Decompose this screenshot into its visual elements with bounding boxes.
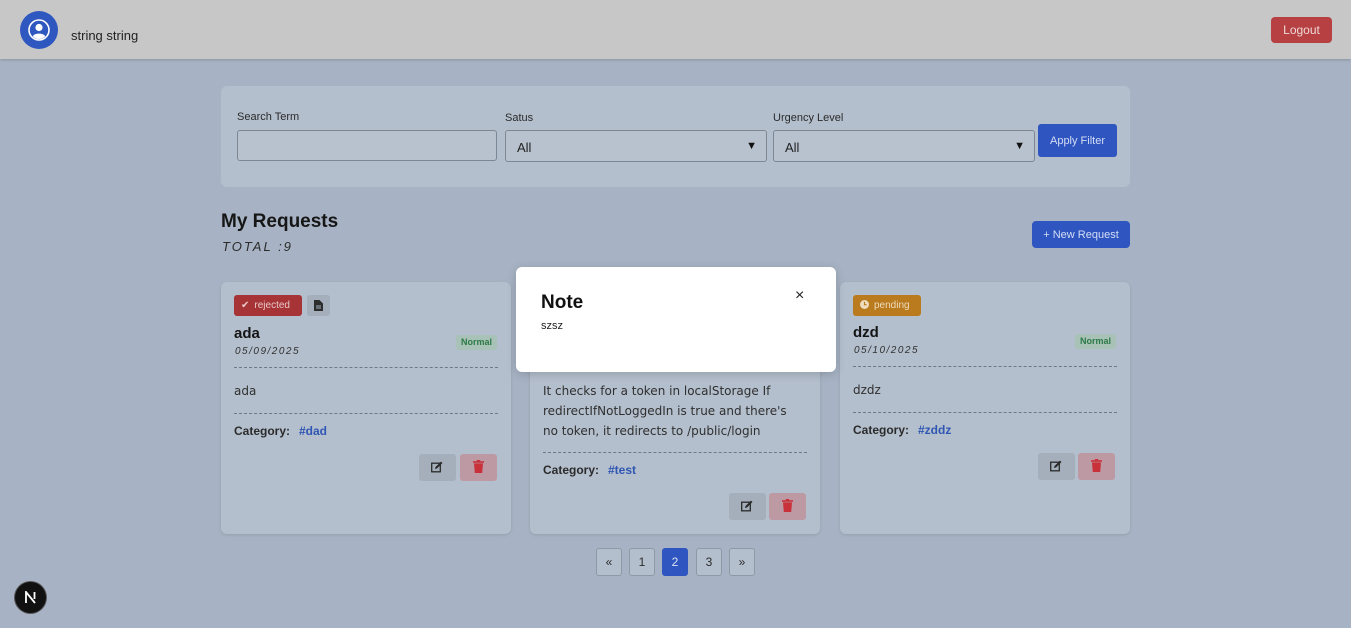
request-date: 05/10/2025	[854, 345, 920, 356]
request-card: ✔ rejected ada 05/09/2025 Normal ada Cate…	[221, 282, 511, 534]
status-badge: pending	[853, 295, 921, 316]
edit-icon	[741, 500, 753, 512]
divider	[234, 367, 498, 368]
pagination-page-1[interactable]: 1	[629, 548, 655, 576]
status-badge: ✔ rejected	[234, 295, 302, 316]
new-request-button[interactable]: + New Request	[1032, 221, 1130, 248]
urgency-select[interactable]: All ▼	[773, 130, 1035, 162]
file-icon	[314, 300, 323, 311]
attachment-button[interactable]	[307, 295, 330, 316]
pagination-next[interactable]: »	[729, 548, 755, 576]
urgency-badge: Normal	[1074, 334, 1116, 349]
caret-down-icon: ▼	[746, 140, 757, 152]
status-select[interactable]: All ▼	[505, 130, 767, 162]
check-icon: ✔	[241, 300, 250, 311]
note-modal: Note szsz ×	[516, 267, 836, 372]
dev-tools-button[interactable]	[15, 582, 46, 613]
divider	[853, 366, 1117, 367]
delete-button[interactable]	[1078, 453, 1115, 480]
status-select-value: All	[517, 140, 532, 155]
edit-button[interactable]	[729, 493, 766, 520]
urgency-badge: Normal	[455, 335, 497, 350]
edit-icon	[1050, 460, 1062, 472]
divider	[853, 412, 1117, 413]
edit-icon	[431, 461, 443, 473]
divider	[543, 452, 807, 453]
clock-icon	[860, 295, 869, 316]
caret-down-icon: ▼	[1014, 140, 1025, 152]
logout-button[interactable]: Logout	[1271, 17, 1332, 43]
username: string string	[71, 28, 139, 43]
request-title: dzd	[853, 324, 879, 341]
status-badge-label: pending	[874, 300, 910, 311]
divider	[234, 413, 498, 414]
status-badge-label: rejected	[254, 300, 290, 311]
total-count: TOTAL :9	[222, 239, 293, 254]
search-label: Search Term	[237, 111, 300, 123]
edit-button[interactable]	[419, 454, 456, 481]
trash-icon	[1091, 459, 1102, 472]
page-title: My Requests	[221, 211, 339, 232]
request-title: ada	[234, 325, 260, 342]
category-label: Category:	[543, 463, 600, 477]
trash-icon	[473, 460, 484, 473]
pagination-prev[interactable]: «	[596, 548, 622, 576]
category-label: Category:	[853, 423, 910, 437]
user-avatar[interactable]	[20, 11, 58, 49]
urgency-label: Urgency Level	[773, 112, 844, 124]
delete-button[interactable]	[769, 493, 806, 520]
request-description: It checks for a token in localStorage If…	[543, 384, 787, 438]
request-description: dzdz	[853, 383, 881, 397]
request-description: ada	[234, 384, 257, 398]
status-label: Satus	[505, 112, 534, 124]
modal-title: Note	[541, 292, 584, 313]
user-icon	[28, 19, 50, 41]
modal-body: szsz	[541, 320, 563, 332]
request-date: 05/09/2025	[235, 346, 301, 357]
top-header: string string Logout	[0, 0, 1351, 59]
pagination-page-3[interactable]: 3	[696, 548, 722, 576]
delete-button[interactable]	[460, 454, 497, 481]
edit-button[interactable]	[1038, 453, 1075, 480]
close-icon[interactable]: ×	[795, 287, 804, 305]
apply-filter-button[interactable]: Apply Filter	[1038, 124, 1117, 157]
request-card: pending dzd 05/10/2025 Normal dzdz Categ…	[840, 282, 1130, 534]
search-input[interactable]	[237, 130, 497, 161]
category-value[interactable]: #dad	[299, 424, 327, 438]
category-value[interactable]: #test	[608, 463, 636, 477]
n-logo-icon	[25, 591, 36, 604]
category-label: Category:	[234, 424, 291, 438]
urgency-select-value: All	[785, 140, 800, 155]
category-value[interactable]: #zddz	[918, 423, 951, 437]
trash-icon	[782, 499, 793, 512]
pagination-page-2[interactable]: 2	[662, 548, 688, 576]
